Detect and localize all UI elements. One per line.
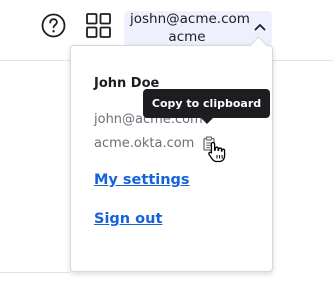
account-menu-button[interactable]: joshn@acme.com acme [124,11,272,46]
apps-grid-icon[interactable] [86,13,111,38]
copy-tooltip: Copy to clipboard [143,89,270,124]
help-circle-icon[interactable] [41,13,66,38]
hand-pointer-icon [208,141,226,163]
chevron-up-icon [254,24,266,31]
account-email: joshn@acme.com [130,11,250,27]
content-divider [0,272,70,273]
page: joshn@acme.com acme John Doe john@acme.c… [0,0,333,294]
sign-out-link[interactable]: Sign out [94,211,162,227]
account-org: acme [168,29,206,45]
my-settings-link[interactable]: My settings [94,172,190,188]
account-dropdown: John Doe john@acme.com acme.okta.com My … [70,45,273,272]
org-domain: acme.okta.com [94,136,195,151]
